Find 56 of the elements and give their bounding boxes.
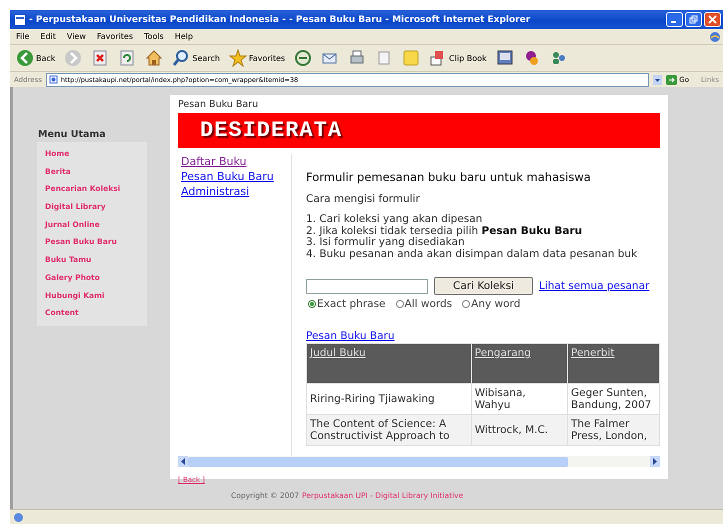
menu-item[interactable]: View — [66, 32, 86, 41]
form-heading: Formulir pemesanan buku baru untuk mahasiswa — [306, 170, 592, 184]
search-button[interactable]: Cari Koleksi — [434, 277, 533, 295]
scroll-left-button[interactable] — [178, 456, 188, 467]
menu-item[interactable]: Favorites — [96, 32, 134, 41]
column-header[interactable]: Pengarang — [471, 344, 568, 384]
instruction-step: 3. Isi formulir yang disediakan — [306, 237, 660, 248]
media-icon — [294, 49, 312, 67]
radio-option[interactable]: Exact phrase — [308, 298, 386, 310]
home-icon — [145, 49, 164, 67]
stop-icon — [91, 49, 110, 67]
instruction-step: 1. Cari koleksi yang akan dipesan — [306, 214, 660, 226]
search-button[interactable]: Search — [170, 49, 222, 67]
table-cell: Wittrock, M.C. — [471, 414, 568, 446]
banner-title: DESIDERATA — [200, 118, 342, 143]
window-title: - Perpustakaan Universitas Pendidikan Indonesia - - Pesan Buku Baru - Microsoft Internet Explorer — [29, 14, 532, 24]
horizontal-scrollbar[interactable] — [178, 456, 660, 467]
star-icon — [228, 49, 247, 67]
page-icon — [48, 75, 58, 84]
restore-button[interactable] — [685, 12, 702, 27]
instructions-title: Cara mengisi formulir — [306, 193, 421, 205]
new-order-link[interactable]: Pesan Buku Baru — [306, 330, 395, 342]
menu-item[interactable]: Help — [174, 32, 193, 41]
note-icon — [402, 49, 420, 67]
clip-button[interactable]: Clip Book — [427, 49, 489, 67]
restore-icon — [689, 15, 698, 24]
refresh-icon — [118, 49, 136, 67]
back-button[interactable]: Back — [14, 49, 58, 67]
search-field[interactable] — [306, 278, 428, 294]
nav-link[interactable]: Administrasi — [181, 184, 291, 199]
nav-link[interactable]: Daftar Buku — [181, 154, 291, 169]
page-icon — [14, 14, 26, 26]
monitor-icon — [496, 49, 514, 67]
menu-item[interactable]: Tools — [144, 32, 164, 41]
search-icon — [172, 49, 190, 67]
column-header[interactable]: Judul Buku — [306, 344, 472, 384]
breadcrumb: Pesan Buku Baru — [178, 99, 260, 112]
radio-option[interactable]: Any word — [462, 298, 520, 310]
instruction-step: 4. Buku pesanan anda akan disimpan dalam data pesanan buk — [306, 248, 660, 260]
scroll-right-button[interactable] — [650, 456, 660, 467]
scroll-thumb[interactable] — [188, 456, 568, 466]
radio-option[interactable]: All words — [396, 298, 452, 310]
menu-item[interactable]: File — [16, 32, 30, 41]
minimize-button[interactable] — [666, 12, 683, 27]
nav-link[interactable]: Pesan Buku Baru — [181, 169, 291, 184]
table-cell: The Content of Science: A Constructivist Approach to — [306, 414, 472, 446]
all-orders-link[interactable]: Lihat semua pesanar — [538, 280, 650, 292]
table-cell: The Falmer Press, London, — [567, 414, 660, 446]
instruction-step: 2. Jika koleksi tidak tersedia pilih Pesan Buku Baru — [306, 226, 660, 237]
dropdown-icon[interactable] — [653, 74, 662, 84]
close-icon — [708, 15, 717, 24]
favorites-button[interactable]: Favorites — [226, 49, 288, 67]
close-button[interactable] — [704, 12, 721, 27]
column-header[interactable]: Penerbit — [567, 344, 660, 384]
sidebar-title: Menu Utama — [37, 129, 107, 140]
menu-item[interactable]: Edit — [40, 32, 56, 41]
